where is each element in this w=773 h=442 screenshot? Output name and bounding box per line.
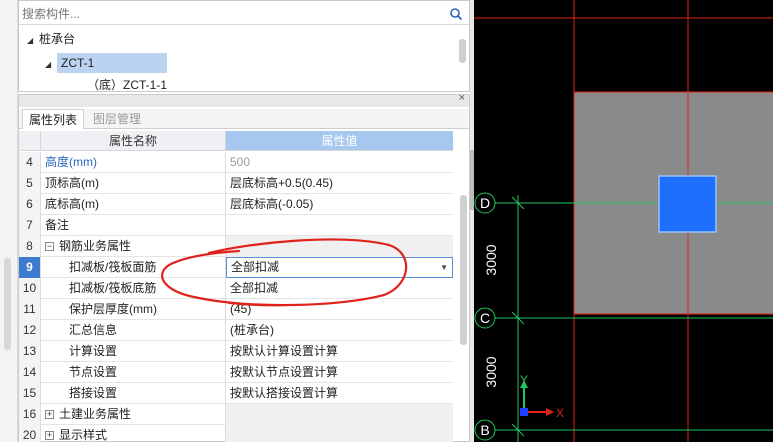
- tree-item-zct-1[interactable]: ◢ ZCT-1: [45, 53, 167, 73]
- header-number-cell: [19, 131, 41, 151]
- row-number: 10: [19, 278, 41, 299]
- gutter-scrollbar[interactable]: [4, 258, 11, 350]
- row-number: 8: [19, 236, 41, 257]
- tab-property-list[interactable]: 属性列表: [22, 109, 85, 129]
- property-name: 底标高(m): [41, 194, 226, 215]
- tree-item-label: （底）ZCT-1-1: [87, 78, 168, 92]
- property-group-name: + 显示样式: [41, 425, 226, 442]
- table-row[interactable]: 4 高度(mm) 500: [19, 152, 453, 173]
- ucs-y-label: Y: [520, 373, 528, 387]
- property-value: [226, 425, 453, 442]
- ucs-x-label: X: [556, 406, 564, 420]
- property-value[interactable]: 500: [226, 152, 453, 173]
- property-value[interactable]: [226, 215, 453, 236]
- ucs-x-arrow-icon: [546, 408, 554, 416]
- property-group-name: + 土建业务属性: [41, 404, 226, 425]
- expand-icon[interactable]: +: [45, 431, 54, 441]
- table-row[interactable]: 15 搭接设置 按默认搭接设置计算: [19, 383, 453, 404]
- properties-panel: × 属性列表 图层管理 属性名称 属性值 4 高度(mm) 500 5 顶标高(…: [18, 92, 470, 442]
- search-icon[interactable]: [449, 7, 463, 21]
- drawing-svg[interactable]: D C B 3000 3000 Y X: [474, 0, 773, 442]
- group-label: 钢筋业务属性: [59, 239, 132, 253]
- property-name: 计算设置: [41, 341, 226, 362]
- table-row[interactable]: 13 计算设置 按默认计算设置计算: [19, 341, 453, 362]
- pile-cap-column: [658, 175, 717, 233]
- row-number: 6: [19, 194, 41, 215]
- property-name: 备注: [41, 215, 226, 236]
- row-number: 13: [19, 341, 41, 362]
- header-property-name: 属性名称: [41, 131, 226, 151]
- tree-scrollbar[interactable]: [459, 39, 466, 63]
- axis-label-c: C: [480, 310, 490, 326]
- row-number: 5: [19, 173, 41, 194]
- property-name: 节点设置: [41, 362, 226, 383]
- dimension-text-1: 3000: [483, 244, 499, 275]
- component-tree-panel: ◢桩承台 ◢ZCT-1 （底）ZCT-1-1: [18, 0, 470, 92]
- row-number: 11: [19, 299, 41, 320]
- axis-label-b: B: [480, 422, 489, 438]
- search-box: [19, 3, 469, 25]
- table-row[interactable]: 14 节点设置 按默认节点设置计算: [19, 362, 453, 383]
- collapse-arrow-icon[interactable]: ◢: [45, 55, 57, 75]
- row-number: 12: [19, 320, 41, 341]
- property-name: 高度(mm): [41, 152, 226, 173]
- collapse-arrow-icon[interactable]: ◢: [27, 31, 39, 51]
- left-gutter: [0, 0, 18, 442]
- row-number: 9: [19, 257, 41, 278]
- ucs-origin: [520, 408, 528, 416]
- expand-icon[interactable]: +: [45, 410, 54, 420]
- close-icon[interactable]: ×: [459, 92, 465, 104]
- table-row[interactable]: 5 顶标高(m) 层底标高+0.5(0.45): [19, 173, 453, 194]
- tree-item-label: 桩承台: [39, 32, 76, 46]
- header-property-value: 属性值: [226, 131, 453, 151]
- search-input[interactable]: [22, 6, 442, 22]
- property-value[interactable]: 按默认计算设置计算: [226, 341, 453, 362]
- tree-item-zct-1-1[interactable]: （底）ZCT-1-1: [87, 77, 167, 93]
- group-row-civil[interactable]: 16 + 土建业务属性: [19, 404, 453, 425]
- table-row[interactable]: 6 底标高(m) 层底标高(-0.05): [19, 194, 453, 215]
- drawing-canvas[interactable]: D C B 3000 3000 Y X: [474, 0, 773, 442]
- row-number: 20: [19, 425, 41, 442]
- grid-header: 属性名称 属性值: [19, 131, 469, 151]
- row-number: 15: [19, 383, 41, 404]
- table-row[interactable]: 12 汇总信息 (桩承台): [19, 320, 453, 341]
- row-number: 16: [19, 404, 41, 425]
- tree-item-pile-cap[interactable]: ◢ 桩承台: [27, 29, 75, 49]
- row-number: 4: [19, 152, 41, 173]
- red-annotation-ellipse: [161, 238, 408, 307]
- group-row-display[interactable]: 20 + 显示样式: [19, 425, 453, 442]
- properties-scrollbar[interactable]: [460, 195, 467, 345]
- property-value[interactable]: (桩承台): [226, 320, 453, 341]
- tree-item-label: ZCT-1: [57, 53, 167, 73]
- group-label: 土建业务属性: [59, 407, 132, 421]
- property-name: 汇总信息: [41, 320, 226, 341]
- property-tabs: 属性列表 图层管理: [19, 109, 469, 129]
- property-value[interactable]: 按默认节点设置计算: [226, 362, 453, 383]
- property-value[interactable]: 层底标高(-0.05): [226, 194, 453, 215]
- table-row[interactable]: 7 备注: [19, 215, 453, 236]
- group-label: 显示样式: [59, 428, 108, 442]
- property-value[interactable]: 按默认搭接设置计算: [226, 383, 453, 404]
- property-value: [226, 404, 453, 425]
- row-number: 14: [19, 362, 41, 383]
- panel-titlebar: ×: [19, 92, 469, 107]
- row-number: 7: [19, 215, 41, 236]
- axis-label-d: D: [480, 195, 490, 211]
- dimension-text-2: 3000: [483, 356, 499, 387]
- property-value[interactable]: 层底标高+0.5(0.45): [226, 173, 453, 194]
- property-name: 搭接设置: [41, 383, 226, 404]
- tab-layer-management[interactable]: 图层管理: [87, 109, 147, 129]
- chevron-down-icon[interactable]: ▼: [440, 258, 448, 277]
- property-name: 顶标高(m): [41, 173, 226, 194]
- collapse-icon[interactable]: −: [45, 242, 54, 252]
